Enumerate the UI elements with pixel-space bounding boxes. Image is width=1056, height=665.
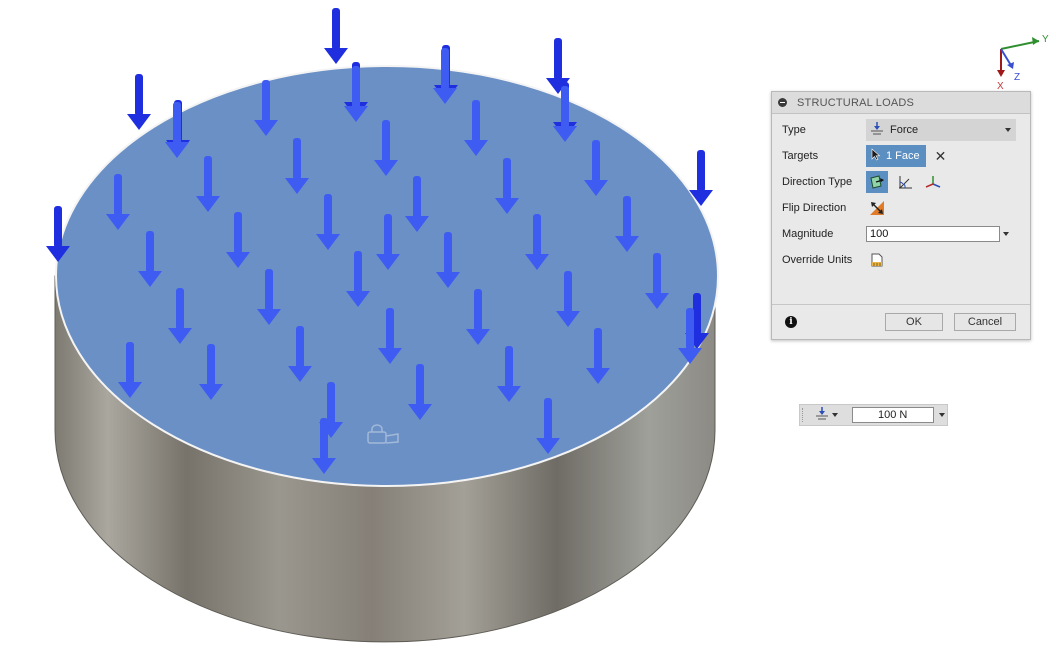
row-targets: Targets 1 Face ✕ [772, 143, 1030, 169]
chevron-down-icon [1005, 128, 1011, 132]
magnitude-manipulator: 100 N [799, 404, 948, 426]
row-type: Type Force [772, 117, 1030, 143]
angle-direction-icon[interactable] [894, 171, 916, 193]
xyz-vectors-icon[interactable] [922, 171, 944, 193]
dialog-header[interactable]: STRUCTURAL LOADS [772, 92, 1030, 114]
type-value: Force [890, 124, 919, 136]
axis-y-label: Y [1042, 34, 1049, 45]
row-override-units: Override Units [772, 247, 1030, 273]
chevron-down-icon [831, 413, 838, 417]
magnitude-input[interactable] [866, 226, 1000, 242]
axis-triad[interactable]: Y Z X [997, 34, 1049, 92]
dialog-footer: i OK Cancel [772, 304, 1030, 339]
load-arrow [324, 8, 348, 64]
targets-label: Targets [782, 150, 819, 162]
magnitude-chevron-down-icon[interactable] [1003, 232, 1009, 236]
select-cursor-icon [871, 148, 881, 164]
flip-direction-label: Flip Direction [782, 202, 847, 214]
type-dropdown[interactable]: Force [866, 119, 1016, 141]
collapse-icon[interactable] [778, 98, 787, 107]
axis-z-label: Z [1014, 72, 1020, 83]
manipulator-chevron-down-icon[interactable] [938, 407, 947, 423]
normal-direction-icon[interactable] [866, 171, 888, 193]
manipulator-value-input[interactable]: 100 N [851, 407, 934, 423]
targets-value: 1 Face [886, 150, 920, 162]
drag-grip-handle[interactable] [802, 408, 807, 422]
dialog-title: STRUCTURAL LOADS [797, 96, 915, 109]
load-arrow [127, 74, 151, 130]
manipulator-type-dropdown[interactable] [815, 406, 838, 424]
structural-loads-dialog: STRUCTURAL LOADS Type Force Targets 1 Fa… [771, 91, 1031, 340]
ok-button[interactable]: OK [885, 313, 943, 331]
force-type-icon [870, 121, 884, 139]
row-direction-type: Direction Type [772, 169, 1030, 195]
cancel-button[interactable]: Cancel [954, 313, 1016, 331]
clear-selection-icon[interactable]: ✕ [935, 149, 947, 163]
magnitude-label: Magnitude [782, 228, 834, 240]
override-units-icon[interactable] [866, 249, 888, 271]
row-magnitude: Magnitude [772, 221, 1030, 247]
info-icon[interactable]: i [785, 316, 797, 328]
override-units-label: Override Units [782, 254, 853, 266]
row-flip-direction: Flip Direction [772, 195, 1030, 221]
type-label: Type [782, 124, 806, 136]
targets-selection-button[interactable]: 1 Face [866, 145, 926, 167]
force-type-icon [815, 406, 829, 424]
flip-direction-icon[interactable] [866, 197, 888, 219]
direction-type-label: Direction Type [782, 176, 853, 188]
